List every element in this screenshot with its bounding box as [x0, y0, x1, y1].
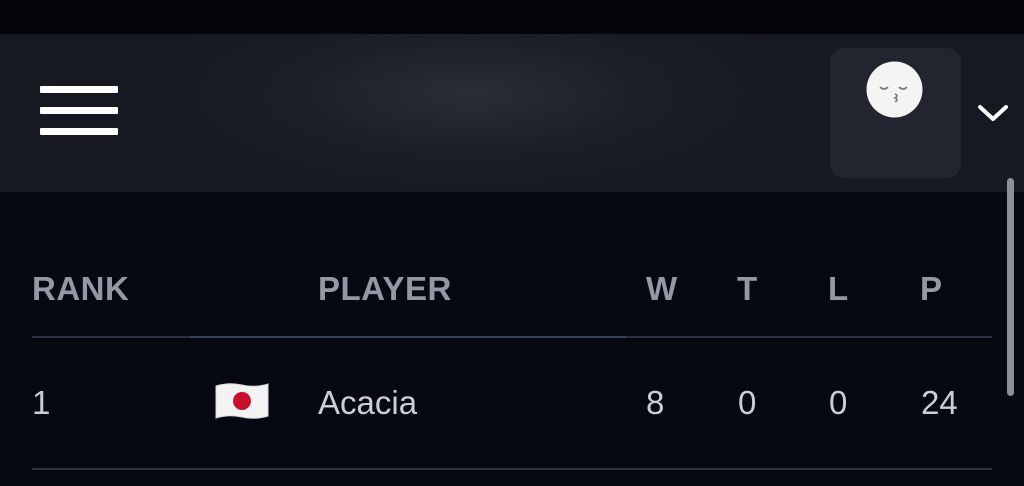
chevron-down-icon[interactable]	[976, 100, 1010, 124]
column-header-p[interactable]: P	[920, 270, 943, 308]
wins-cell: 8	[646, 384, 665, 421]
column-header-l[interactable]: L	[828, 270, 849, 308]
column-header-player[interactable]: PLAYER	[318, 270, 452, 308]
losses-cell: 0	[829, 384, 848, 421]
column-header-w[interactable]: W	[646, 270, 678, 308]
hamburger-menu-icon[interactable]	[38, 84, 120, 142]
column-header-t[interactable]: T	[737, 270, 758, 308]
leaderboard-table: RANK PLAYER W T L P 1 Acacia 8 0 0 24	[0, 192, 1000, 486]
ties-cell: 0	[738, 384, 757, 421]
japan-flag-icon	[215, 383, 269, 419]
player-name: Acacia	[318, 384, 418, 421]
kissing-face-icon	[866, 61, 923, 118]
column-header-rank[interactable]: RANK	[32, 270, 129, 308]
top-header	[0, 34, 1024, 192]
profile-avatar-button[interactable]	[830, 48, 961, 178]
points-cell: 24	[921, 384, 958, 421]
rank-cell: 1	[32, 384, 51, 421]
header-divider	[32, 336, 992, 338]
row-divider	[32, 468, 992, 470]
scrollbar[interactable]	[1007, 178, 1014, 396]
status-bar	[0, 0, 1024, 34]
